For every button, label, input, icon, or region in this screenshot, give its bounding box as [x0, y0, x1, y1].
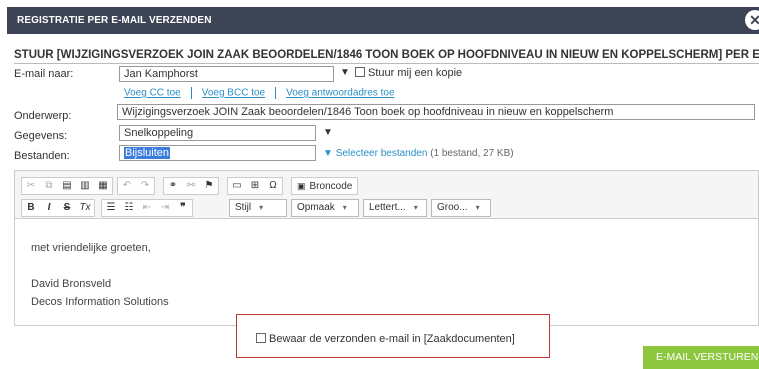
font-dropdown[interactable]: Lettert... ▾: [363, 199, 427, 217]
link-divider: [190, 87, 192, 99]
clipboard-group: ✂ ⧉ ▤ ▥ ▦: [21, 177, 113, 195]
data-chevron-down-icon[interactable]: ▼: [323, 127, 333, 138]
recipient-options: Voeg CC toe Voeg BCC toe Voeg antwoordadre…: [124, 87, 395, 99]
outdent-icon[interactable]: ⇤: [138, 200, 156, 216]
send-copy-checkbox-wrap[interactable]: Stuur mij een kopie: [355, 67, 462, 79]
copy-icon[interactable]: ⧉: [40, 178, 58, 194]
select-files-chevron-icon[interactable]: ▼: [323, 148, 333, 159]
editor-toolbar: ✂ ⧉ ▤ ▥ ▦ ↶ ↷ ⚭ ⚯ ⚑ ▭ ⊞ Ω ▣ Broncode B I…: [15, 171, 758, 219]
paste-word-icon[interactable]: ▦: [94, 178, 112, 194]
body-line: Decos Information Solutions: [31, 296, 169, 308]
save-copy-checkbox[interactable]: [256, 333, 266, 343]
select-files-link[interactable]: Selecteer bestanden: [336, 148, 428, 159]
format-label: Opmaak: [297, 202, 335, 213]
select-files-wrap: ▼ Selecteer bestanden (1 bestand, 27 KB): [323, 148, 514, 159]
unlink-icon[interactable]: ⚯: [182, 178, 200, 194]
format-chevron-down-icon: ▾: [342, 203, 347, 212]
style-chevron-down-icon: ▾: [259, 203, 264, 212]
link-divider: [275, 87, 277, 99]
link-group: ⚭ ⚯ ⚑: [163, 177, 219, 195]
files-label: Bestanden:: [14, 150, 70, 162]
blockquote-icon[interactable]: ❞: [174, 200, 192, 216]
subject-field[interactable]: Wijzigingsverzoek JOIN Zaak beoordelen/1…: [117, 104, 755, 120]
indent-icon[interactable]: ⇥: [156, 200, 174, 216]
size-dropdown[interactable]: Groo... ▾: [431, 199, 491, 217]
cut-icon[interactable]: ✂: [22, 178, 40, 194]
undo-icon[interactable]: ↶: [118, 178, 136, 194]
data-label: Gegevens:: [14, 130, 68, 142]
anchor-flag-icon[interactable]: ⚑: [200, 178, 218, 194]
font-chevron-down-icon: ▾: [413, 203, 418, 212]
special-char-icon[interactable]: Ω: [264, 178, 282, 194]
image-icon[interactable]: ▭: [228, 178, 246, 194]
paste-text-icon[interactable]: ▥: [76, 178, 94, 194]
subject-label: Onderwerp:: [14, 110, 72, 122]
close-icon: ✕: [749, 12, 759, 28]
format-dropdown[interactable]: Opmaak ▾: [291, 199, 359, 217]
to-chevron-down-icon[interactable]: ▼: [340, 67, 350, 78]
files-info: (1 bestand, 27 KB): [430, 148, 514, 159]
add-bcc-link[interactable]: Voeg BCC toe: [202, 88, 265, 99]
add-cc-link[interactable]: Voeg CC toe: [124, 88, 181, 99]
strikethrough-icon[interactable]: S: [58, 200, 76, 216]
list-group: ☰ ☷ ⇤ ⇥ ❞: [101, 199, 193, 217]
font-label: Lettert...: [369, 202, 406, 213]
add-reply-to-link[interactable]: Voeg antwoordadres toe: [286, 88, 394, 99]
to-field[interactable]: Jan Kamphorst: [119, 66, 334, 82]
remove-format-icon[interactable]: Tx: [76, 200, 94, 216]
files-select[interactable]: Bijsluiten: [119, 145, 316, 161]
body-line: met vriendelijke groeten,: [31, 242, 151, 254]
send-copy-label: Stuur mij een kopie: [368, 67, 463, 79]
paste-icon[interactable]: ▤: [58, 178, 76, 194]
dialog-title: REGISTRATIE PER E-MAIL VERZENDEN: [17, 15, 212, 26]
save-copy-label: Bewaar de verzonden e-mail in [Zaakdocum…: [269, 333, 515, 345]
italic-icon[interactable]: I: [40, 200, 58, 216]
close-button[interactable]: ✕: [745, 10, 759, 30]
size-label: Groo...: [437, 202, 468, 213]
source-icon: ▣: [297, 180, 306, 191]
body-line: David Bronsveld: [31, 278, 112, 290]
style-label: Stijl: [235, 202, 252, 213]
to-label: E-mail naar:: [14, 68, 74, 80]
dialog-titlebar: REGISTRATIE PER E-MAIL VERZENDEN ✕: [0, 0, 759, 38]
table-icon[interactable]: ⊞: [246, 178, 264, 194]
numbered-list-icon[interactable]: ☰: [102, 200, 120, 216]
size-chevron-down-icon: ▾: [475, 203, 480, 212]
source-label: Broncode: [309, 180, 353, 192]
format-group: B I S Tx: [21, 199, 95, 217]
page-title: STUUR [WIJZIGINGSVERZOEK JOIN ZAAK BEOOR…: [14, 49, 759, 64]
editor-body[interactable]: met vriendelijke groeten, David Bronsvel…: [31, 239, 169, 311]
bullet-list-icon[interactable]: ☷: [120, 200, 138, 216]
send-copy-checkbox[interactable]: [355, 67, 365, 77]
dialog-titlebar-bar: REGISTRATIE PER E-MAIL VERZENDEN ✕: [7, 7, 759, 34]
email-editor: ✂ ⧉ ▤ ▥ ▦ ↶ ↷ ⚭ ⚯ ⚑ ▭ ⊞ Ω ▣ Broncode B I…: [14, 170, 759, 326]
insert-group: ▭ ⊞ Ω: [227, 177, 283, 195]
source-button[interactable]: ▣ Broncode: [291, 177, 359, 195]
bold-icon[interactable]: B: [22, 200, 40, 216]
history-group: ↶ ↷: [117, 177, 155, 195]
send-email-button[interactable]: E-MAIL VERSTUREN: [643, 346, 759, 369]
style-dropdown[interactable]: Stijl ▾: [229, 199, 287, 217]
data-select[interactable]: Snelkoppeling: [119, 125, 316, 141]
save-copy-checkbox-wrap[interactable]: Bewaar de verzonden e-mail in [Zaakdocum…: [256, 333, 515, 345]
redo-icon[interactable]: ↷: [136, 178, 154, 194]
link-icon[interactable]: ⚭: [164, 178, 182, 194]
files-selected-value: Bijsluiten: [124, 147, 171, 159]
